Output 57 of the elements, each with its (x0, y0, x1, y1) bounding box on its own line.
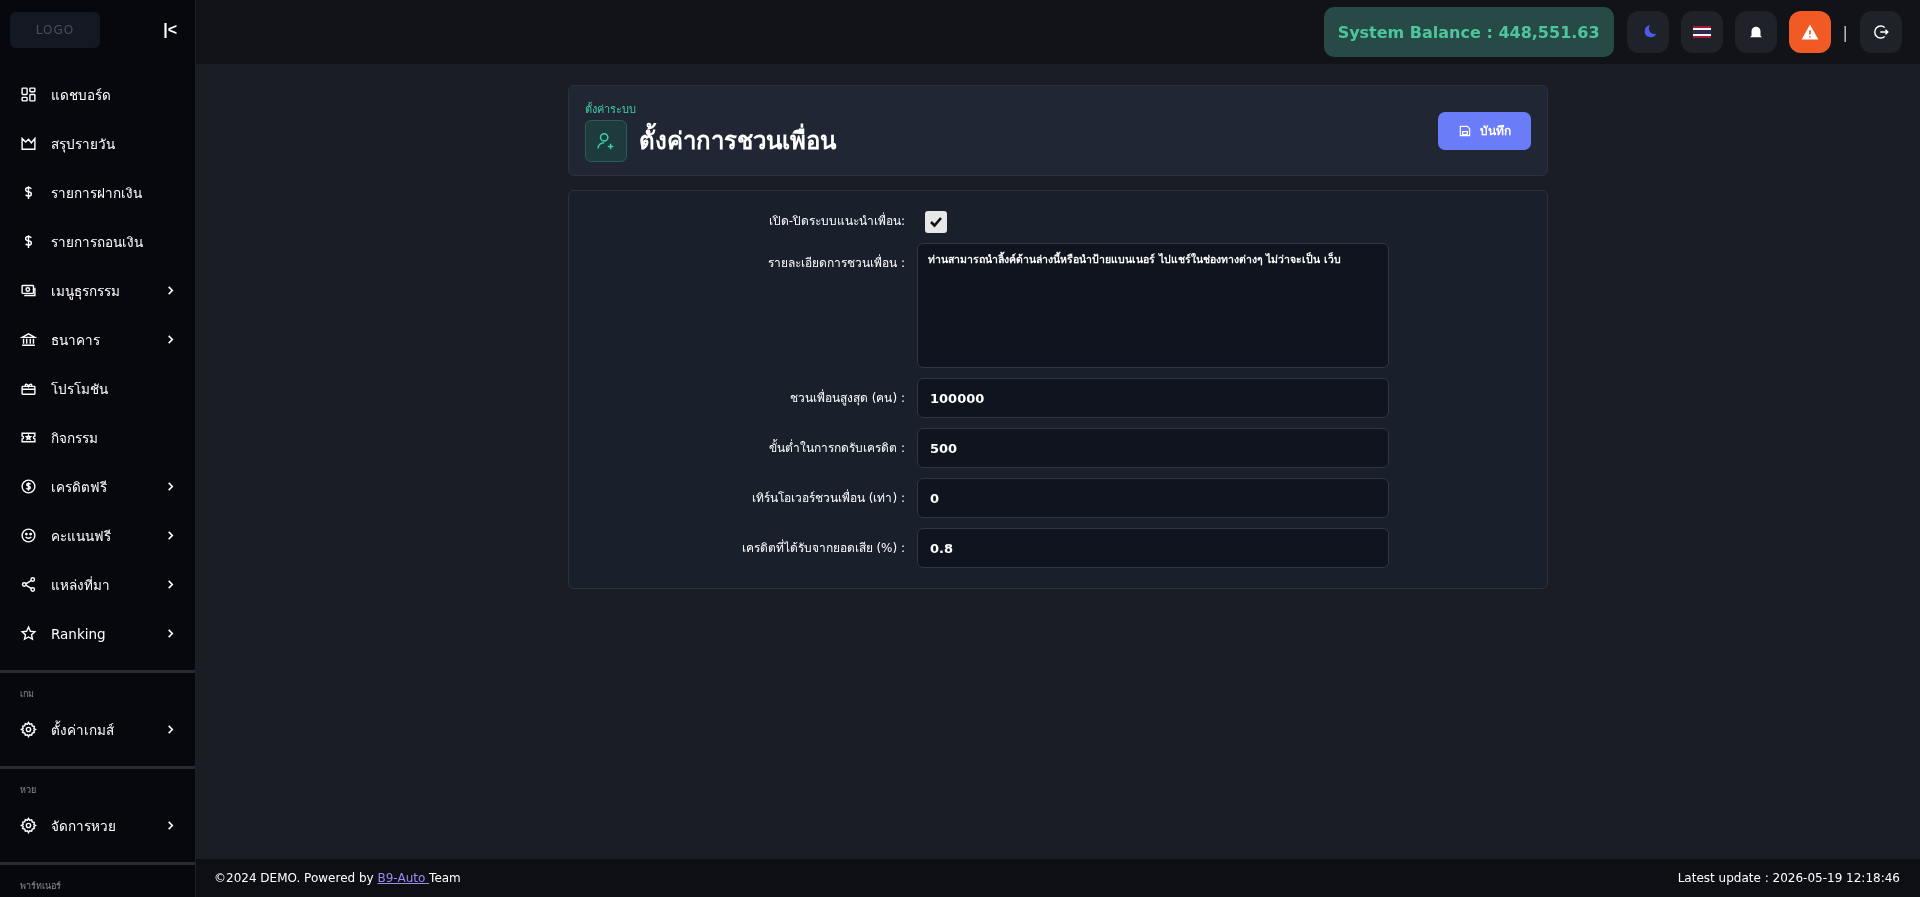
sidebar-item[interactable]: เครดิตฟรี (0, 462, 195, 511)
sidebar-item[interactable]: เมนูธุรกรรม (0, 266, 195, 315)
sidebar-item[interactable]: รายการถอนเงิน (0, 217, 195, 266)
logo: LOGO (10, 11, 100, 48)
share-icon (20, 576, 37, 593)
sidebar-item[interactable]: สรุปรายวัน (0, 119, 195, 168)
sidebar-item[interactable]: คะแนนฟรี (0, 511, 195, 560)
alert-button[interactable] (1788, 11, 1831, 53)
textarea-field[interactable]: ท่านสามารถนำลิ้งค์ด้านล่างนี้หรือนำป้ายแบนเนอร์ ไปแชร์ในช่องทางต่างๆ ไม่ว่าจะเป็น เว็บ (917, 243, 1389, 368)
warning-icon (1799, 22, 1820, 42)
notification-button[interactable] (1734, 11, 1777, 53)
separator: | (1842, 22, 1848, 42)
last-update: Latest update : 2026-05-19 12:18:46 (1677, 871, 1900, 885)
settings-icon (20, 817, 37, 834)
field-label: ชวนเพื่อนสูงสุด (คน) : (788, 388, 905, 408)
logout-button[interactable] (1860, 11, 1902, 53)
input-field[interactable]: 0.8 (917, 528, 1389, 568)
sidebar-item[interactable]: จัดการหวย (0, 801, 195, 850)
copyright-text: ©2024 DEMO. Powered by B9-Auto Team (214, 871, 461, 885)
field-label: เทิร์นโอเวอร์ชวนเพื่อน (เท่า) : (750, 488, 905, 507)
section-title: พาร์ทเนอร์ (19, 880, 62, 893)
sidebar-item[interactable]: แหล่งที่มา (0, 560, 195, 609)
section-title: หวย (19, 784, 37, 797)
logout-icon (1872, 23, 1890, 41)
input-field[interactable]: 500 (917, 428, 1389, 468)
save-button[interactable]: บันทึก (1438, 111, 1531, 150)
field-label: เปิด-ปิดระบบแนะนำเพื่อน: (767, 211, 905, 230)
grid-icon (20, 86, 37, 103)
sidebar-item[interactable]: แดชบอร์ด (0, 70, 195, 119)
bank-icon (20, 331, 37, 348)
sidebar-item[interactable]: Ranking (0, 609, 195, 658)
star-icon (20, 625, 37, 642)
footer-link[interactable]: B9-Auto (377, 871, 430, 885)
user-plus-icon (585, 119, 627, 162)
sidebar-item[interactable]: กิจกรรม (0, 413, 195, 462)
system-balance: System Balance : 448,551.63 (1323, 7, 1614, 57)
sidebar-item[interactable]: ธนาคาร (0, 315, 195, 364)
theme-toggle-button[interactable] (1626, 11, 1669, 53)
language-button[interactable] (1680, 11, 1723, 53)
flag-icon (1692, 26, 1711, 38)
sidebar-item[interactable]: รายการฝากเงิน (0, 168, 195, 217)
checkbox[interactable] (925, 211, 947, 233)
field-label: เครดิตที่ได้รับจากยอดเสีย (%) : (740, 538, 905, 557)
sidebar-item[interactable]: ตั้งค่าเกมส์ (0, 705, 195, 754)
input-field[interactable]: 0 (917, 478, 1389, 518)
input-field[interactable]: 100000 (917, 378, 1389, 418)
settings-icon (20, 721, 37, 738)
coin-icon (20, 478, 37, 495)
field-label: ขั้นต่ำในการกดรับเครดิต : (768, 438, 905, 457)
banknote-icon (20, 282, 37, 299)
smiley-icon (20, 527, 37, 544)
breadcrumb: ตั้งค่าระบบ (585, 101, 637, 118)
collapse-button[interactable]: |< (163, 20, 177, 39)
field-label: รายละเอียดการชวนเพื่อน : (767, 253, 905, 272)
page-title: ตั้งค่าการชวนเพื่อน (639, 121, 836, 160)
section-title: เกม (19, 688, 35, 701)
sidebar-item[interactable]: โปรโมชัน (0, 364, 195, 413)
